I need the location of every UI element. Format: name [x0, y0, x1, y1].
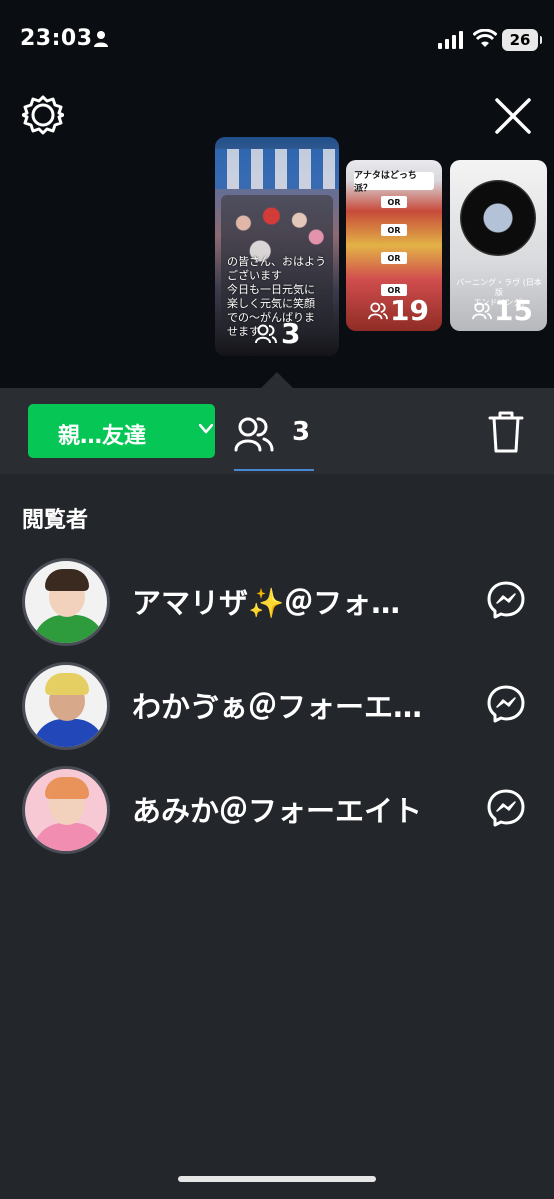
story-viewer-count-value: 15 [494, 294, 533, 327]
tab-viewers[interactable]: 3 [234, 404, 314, 472]
battery-indicator: 26 [502, 29, 542, 51]
or-label: OR [381, 224, 407, 236]
privacy-dropdown[interactable]: 親…友達 [28, 404, 215, 458]
chevron-down-icon [199, 424, 213, 434]
story-viewer-count-value: 19 [390, 294, 429, 327]
story-thumbnail[interactable]: バーニング・ラヴ (日本版 エンドソング) 15 [450, 160, 547, 331]
avatar[interactable] [22, 558, 110, 646]
people-icon [368, 301, 388, 319]
avatar[interactable] [22, 662, 110, 750]
story-thumbnail-selected[interactable]: の皆さん、おはよう ございます 今日も一日元気に 楽しく元気に笑顔 での〜がんば… [215, 137, 339, 356]
record-image [460, 180, 536, 256]
story-viewer-count: 19 [368, 294, 429, 327]
viewer-name[interactable]: わかゔぁ＠フォーエ… [132, 684, 422, 726]
viewer-name[interactable]: あみか＠フォーエイト [132, 788, 422, 830]
wifi-icon [473, 29, 497, 47]
close-icon[interactable] [494, 97, 532, 135]
story-banner [215, 149, 339, 189]
story-viewer-count-value: 3 [281, 317, 301, 350]
gear-icon[interactable] [22, 94, 64, 136]
signal-icon [438, 31, 463, 49]
story-viewer-count: 15 [472, 294, 533, 327]
story-question: アナタはどっち派？ [354, 171, 434, 194]
people-icon [255, 324, 277, 343]
tab-underline [234, 469, 314, 471]
viewer-row[interactable]: あみか＠フォーエイト [0, 760, 554, 860]
story-thumbnail[interactable]: アナタはどっち派？ OR OR OR OR 19 [346, 160, 442, 331]
privacy-label: 親…友達 [58, 424, 147, 449]
home-indicator[interactable] [178, 1176, 376, 1182]
viewer-row[interactable]: わかゔぁ＠フォーエ… [0, 656, 554, 756]
avatar[interactable] [22, 766, 110, 854]
person-icon [94, 31, 108, 47]
story-viewer-count: 3 [255, 317, 300, 350]
status-time: 23:03 [20, 26, 93, 51]
messenger-icon[interactable] [486, 788, 526, 828]
messenger-icon[interactable] [486, 580, 526, 620]
viewer-row[interactable]: アマリザ✨＠フォ… [0, 552, 554, 652]
people-icon [234, 417, 274, 452]
or-label: OR [381, 252, 407, 264]
or-label: OR [381, 196, 407, 208]
selection-pointer [261, 372, 293, 388]
people-icon [472, 301, 492, 319]
messenger-icon[interactable] [486, 684, 526, 724]
viewer-name[interactable]: アマリザ✨＠フォ… [132, 580, 400, 622]
viewer-count: 3 [292, 417, 311, 447]
status-bar: 23:03 26 [0, 0, 554, 80]
viewers-section-title: 閲覧者 [22, 508, 89, 533]
trash-icon[interactable] [486, 410, 526, 454]
